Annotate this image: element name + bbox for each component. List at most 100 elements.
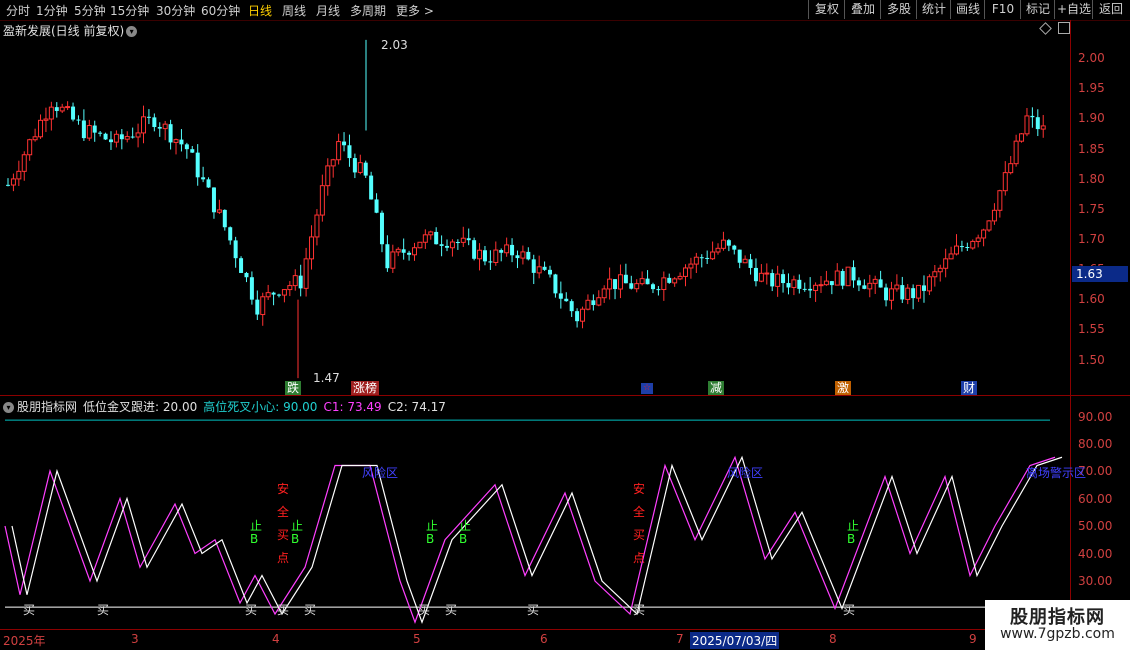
buy-marker: 买 <box>97 603 110 617</box>
candle-body <box>926 276 932 292</box>
candle-body <box>905 287 911 300</box>
tab-15min[interactable]: 15分钟 <box>110 2 149 19</box>
tab-daily[interactable]: 日线 <box>248 2 272 19</box>
tab-1min[interactable]: 1分钟 <box>36 2 68 19</box>
low-price-annotation: 1.47 <box>313 371 340 385</box>
candle-body <box>634 283 640 290</box>
back-button[interactable]: 返回 <box>1092 0 1129 19</box>
candle-body <box>1035 117 1040 130</box>
tab-5min[interactable]: 5分钟 <box>74 2 106 19</box>
indicator-tick: 50.00 <box>1078 519 1113 533</box>
mark-button[interactable]: 标记 <box>1020 0 1055 19</box>
candle-body <box>412 247 417 256</box>
price-tick: 1.55 <box>1078 322 1105 336</box>
tab-multi-period[interactable]: 多周期 <box>350 2 386 19</box>
adjust-button[interactable]: 复权 <box>808 0 845 19</box>
candle-body <box>48 106 54 120</box>
safe-char: 全 <box>633 505 646 519</box>
buy-marker: 买 <box>277 603 290 617</box>
overlay-button[interactable]: 叠加 <box>844 0 881 19</box>
candle-body <box>146 116 151 118</box>
candle-body <box>997 190 1003 211</box>
candle-body <box>222 209 227 228</box>
candle-body <box>802 288 807 290</box>
candle-body <box>683 267 688 277</box>
tab-more[interactable]: 更多 > <box>396 2 434 19</box>
draw-line-button[interactable]: 画线 <box>950 0 985 19</box>
candle-body <box>466 238 471 241</box>
date-label: 5 <box>413 632 421 646</box>
stats-button[interactable]: 统计 <box>916 0 951 19</box>
buy-marker: 买 <box>633 603 646 617</box>
signal-marker-rise-list[interactable]: 涨榜 <box>351 381 380 395</box>
indicator-tick: 60.00 <box>1078 492 1113 506</box>
candle-body <box>667 277 672 283</box>
price-tick: 1.95 <box>1078 81 1105 95</box>
candle-body <box>715 247 721 253</box>
candle-body <box>119 134 124 140</box>
safe-buy-point-label: 安全买点 <box>633 478 647 570</box>
candle-body <box>916 284 922 299</box>
stop-b-label: 止B <box>250 519 263 546</box>
candle-body <box>281 289 287 296</box>
candle-body <box>623 274 628 284</box>
candle-body <box>417 241 423 249</box>
candle-body <box>113 133 119 143</box>
candle-body <box>613 279 618 290</box>
candle-body <box>195 152 200 178</box>
candle-body <box>1019 133 1025 142</box>
tab-30min[interactable]: 30分钟 <box>156 2 195 19</box>
candle-body <box>894 284 900 290</box>
watermark: 股朋指标网 www.7gpzb.com <box>985 600 1130 650</box>
tab-timeshare[interactable]: 分时 <box>6 2 30 19</box>
candle-body <box>732 245 737 250</box>
candle-body <box>645 278 650 285</box>
candle-body <box>130 136 135 138</box>
current-price-tag: 1.63 <box>1072 266 1128 282</box>
candle-body <box>629 283 634 289</box>
risk-zone-label: 风险区 <box>727 466 764 480</box>
candle-body <box>937 267 943 273</box>
tab-weekly[interactable]: 周线 <box>282 2 306 19</box>
buy-marker: 买 <box>843 603 856 617</box>
indicator-chart[interactable] <box>0 396 1070 629</box>
tab-60min[interactable]: 60分钟 <box>201 2 240 19</box>
candle-body <box>255 299 260 315</box>
risk-zone-label: 风险区 <box>362 466 399 480</box>
multi-stock-button[interactable]: 多股 <box>880 0 917 19</box>
candle-body <box>173 139 179 143</box>
candle-body <box>54 107 59 111</box>
buy-marker: 买 <box>445 603 458 617</box>
add-favorite-button[interactable]: +自选 <box>1054 0 1093 19</box>
price-tick: 1.60 <box>1078 292 1105 306</box>
signal-marker-reduce[interactable]: 减 <box>708 381 725 395</box>
price-axis-line <box>1070 20 1071 630</box>
signal-marker-finance[interactable]: 财 <box>961 381 978 395</box>
candle-body <box>428 231 434 236</box>
tab-monthly[interactable]: 月线 <box>316 2 340 19</box>
candle-body <box>65 106 71 109</box>
candle-body <box>460 237 466 243</box>
f10-button[interactable]: F10 <box>984 0 1021 19</box>
signal-marker-fall[interactable]: 跌 <box>285 381 302 395</box>
candle-body <box>650 284 655 290</box>
candle-body <box>1030 115 1035 118</box>
candlestick-chart[interactable] <box>0 20 1070 395</box>
candle-body <box>596 297 602 306</box>
signal-marker-surge[interactable]: 激 <box>835 381 852 395</box>
candle-body <box>710 251 716 260</box>
candle-body <box>455 242 460 244</box>
candle-body <box>786 283 791 288</box>
candle-body <box>720 239 726 249</box>
candle-body <box>309 236 315 260</box>
candle-body <box>71 106 76 120</box>
candle-body <box>775 273 781 287</box>
candle-body <box>499 250 504 253</box>
candle-body <box>314 214 320 238</box>
candle-body <box>699 257 704 259</box>
candle-body <box>86 125 92 139</box>
signal-marker-star[interactable]: ☆ <box>641 383 654 394</box>
buy-marker: 买 <box>245 603 258 617</box>
candle-body <box>510 244 515 256</box>
candle-body <box>639 278 645 285</box>
